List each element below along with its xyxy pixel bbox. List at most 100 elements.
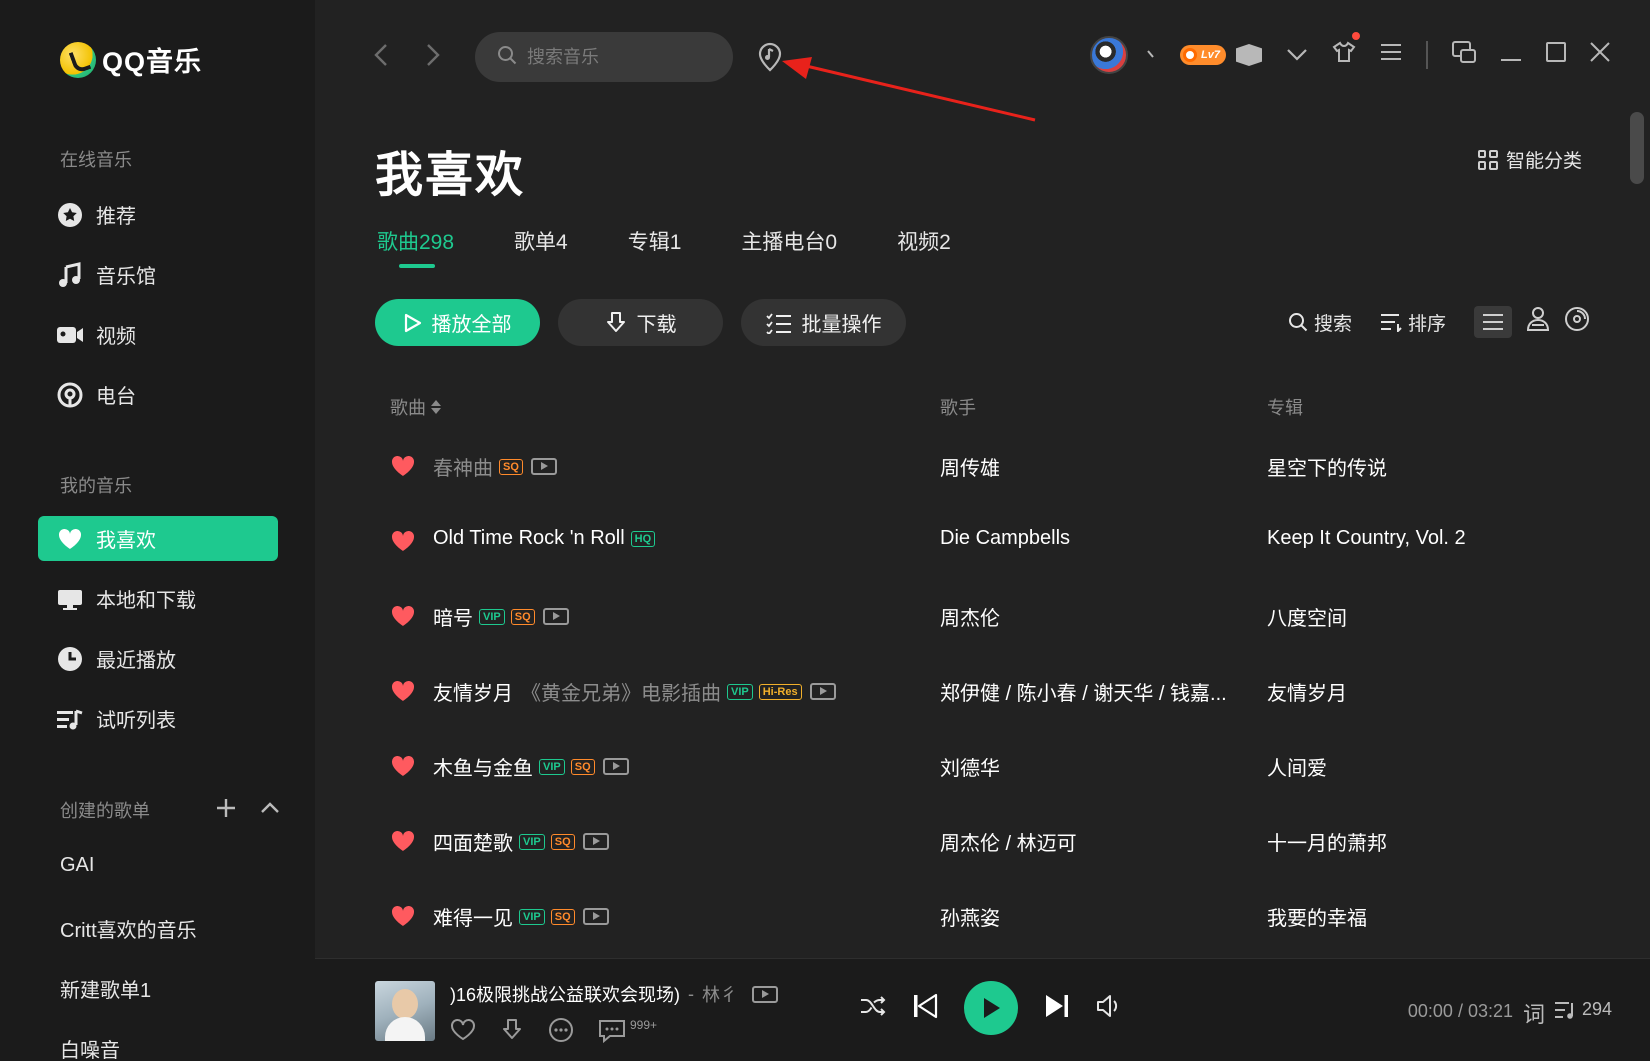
smart-category-button[interactable]: 智能分类 [1477,146,1582,173]
artist-view-icon[interactable] [1526,306,1550,338]
list-search-button[interactable]: 搜索 [1288,309,1352,336]
song-title-cell[interactable]: Old Time Rock 'n Roll HQ [433,527,656,550]
collapse-chevron-up-icon[interactable] [259,795,281,826]
mv-icon[interactable] [582,833,609,850]
mv-icon[interactable] [542,608,569,625]
mv-icon[interactable] [602,758,629,775]
song-album[interactable]: 十一月的萧邦 [1267,827,1387,856]
chevron-down-icon[interactable] [1286,42,1308,68]
close-icon[interactable] [1590,42,1610,68]
table-row[interactable]: 难得一见 VIP SQ 孙燕姿 我要的幸福 [375,880,1605,955]
shuffle-icon[interactable] [860,995,886,1022]
lyrics-toggle[interactable]: 词 [1523,997,1545,1029]
song-album[interactable]: 星空下的传说 [1267,452,1387,481]
album-view-icon[interactable] [1564,306,1590,338]
sidebar-item-recent[interactable]: 最近播放 [38,636,278,681]
tab-albums[interactable]: 专辑1 [628,226,682,256]
table-row[interactable]: Old Time Rock 'n Roll HQ Die Campbells Keep… [375,505,1605,580]
song-album[interactable]: 八度空间 [1267,602,1347,631]
now-playing-info[interactable]: )16极限挑战公益联欢会现场) - 林彳 [450,981,779,1007]
mv-icon[interactable] [752,985,779,1003]
mini-mode-icon[interactable] [1452,41,1476,69]
tab-playlists[interactable]: 歌单4 [514,226,568,256]
song-title-cell[interactable]: 友情岁月 《黄金兄弟》电影插曲 VIP Hi-Res [433,677,836,706]
playlist-item[interactable]: Critt喜欢的音乐 [60,914,197,943]
mv-icon[interactable] [809,683,836,700]
tab-videos[interactable]: 视频2 [897,226,951,256]
table-row[interactable]: 春神曲 SQ 周传雄 星空下的传说 [375,430,1605,505]
liked-heart-icon[interactable] [390,529,416,558]
menu-icon[interactable] [1380,42,1402,68]
song-artist[interactable]: 刘德华 [940,752,1000,781]
tab-songs[interactable]: 歌曲298 [377,226,454,268]
album-cover[interactable] [375,981,435,1041]
previous-track-icon[interactable] [912,993,938,1024]
list-view-button[interactable] [1474,306,1512,338]
back-arrow-icon[interactable] [373,42,389,75]
scrollbar-thumb[interactable] [1630,112,1644,184]
play-queue-button[interactable]: 294 [1554,999,1612,1020]
mv-icon[interactable] [530,458,557,475]
download-icon[interactable] [500,1018,524,1048]
song-title-cell[interactable]: 木鱼与金鱼 VIP SQ [433,752,629,781]
add-playlist-icon[interactable] [215,795,237,826]
maximize-icon[interactable] [1546,42,1566,68]
next-track-icon[interactable] [1044,993,1070,1024]
song-album[interactable]: 友情岁月 [1267,677,1347,706]
table-row[interactable]: 暗号 VIP SQ 周杰伦 八度空间 [375,580,1605,655]
liked-heart-icon[interactable] [390,904,416,933]
playlist-item[interactable]: GAI [60,854,94,877]
sidebar-item-favorites[interactable]: 我喜欢 [38,516,278,561]
column-header-song[interactable]: 歌曲 [390,394,442,420]
sidebar-item-music-hall[interactable]: 音乐馆 [38,252,278,297]
song-title-cell[interactable]: 四面楚歌 VIP SQ [433,827,609,856]
song-album[interactable]: Keep It Country, Vol. 2 [1267,527,1466,550]
sort-button[interactable]: 排序 [1380,309,1446,336]
song-album[interactable]: 人间爱 [1267,752,1327,781]
sidebar-item-recommend[interactable]: 推荐 [38,192,278,237]
play-button[interactable] [964,981,1018,1035]
liked-heart-icon[interactable] [390,604,416,633]
level-badge[interactable]: Lv7 [1180,45,1226,65]
more-options-icon[interactable] [548,1017,574,1049]
search-input[interactable] [527,46,707,68]
song-artist[interactable]: 周杰伦 [940,602,1000,631]
sidebar-item-radio[interactable]: 电台 [38,372,278,417]
song-title-cell[interactable]: 春神曲 SQ [433,452,557,481]
liked-heart-icon[interactable] [390,754,416,783]
song-title-cell[interactable]: 暗号 VIP SQ [433,602,569,631]
like-heart-outline-icon[interactable] [450,1018,476,1048]
avatar[interactable] [1090,36,1129,74]
tab-radio[interactable]: 主播电台0 [741,226,837,256]
skin-shirt-icon[interactable] [1332,32,1360,70]
liked-heart-icon[interactable] [390,454,416,483]
play-all-button[interactable]: 播放全部 [375,299,540,346]
sidebar-item-video[interactable]: 视频 [38,312,278,357]
song-title-cell[interactable]: 难得一见 VIP SQ [433,902,609,931]
song-artist[interactable]: 周传雄 [940,452,1000,481]
song-artist[interactable]: 孙燕姿 [940,902,1000,931]
playlist-item[interactable]: 白噪音 [60,1034,120,1061]
sidebar-item-local-download[interactable]: 本地和下载 [38,576,278,621]
table-row[interactable]: 友情岁月 《黄金兄弟》电影插曲 VIP Hi-Res 郑伊健 / 陈小春 / 谢天华 /… [375,655,1605,730]
app-logo[interactable]: QQ音乐 [60,40,202,79]
batch-operation-button[interactable]: 批量操作 [741,299,906,346]
table-row[interactable]: 四面楚歌 VIP SQ 周杰伦 / 林迈可 十一月的萧邦 [375,805,1605,880]
song-artist[interactable]: Die Campbells [940,527,1070,550]
song-artist[interactable]: 郑伊健 / 陈小春 / 谢天华 / 钱嘉... [940,677,1227,706]
playlist-item[interactable]: 新建歌单1 [60,974,151,1003]
song-album[interactable]: 我要的幸福 [1267,902,1367,931]
download-button[interactable]: 下载 [558,299,723,346]
song-artist[interactable]: 周杰伦 / 林迈可 [940,827,1077,856]
forward-arrow-icon[interactable] [425,42,441,75]
volume-icon[interactable] [1096,994,1122,1023]
liked-heart-icon[interactable] [390,679,416,708]
sidebar-item-trial-list[interactable]: 试听列表 [38,696,278,741]
minimize-icon[interactable] [1500,42,1522,68]
mv-icon[interactable] [582,908,609,925]
vip-gem-icon[interactable] [1236,44,1262,66]
comment-icon[interactable] [598,1017,626,1049]
table-row[interactable]: 木鱼与金鱼 VIP SQ 刘德华 人间爱 [375,730,1605,805]
search-box[interactable] [475,32,733,82]
liked-heart-icon[interactable] [390,829,416,858]
